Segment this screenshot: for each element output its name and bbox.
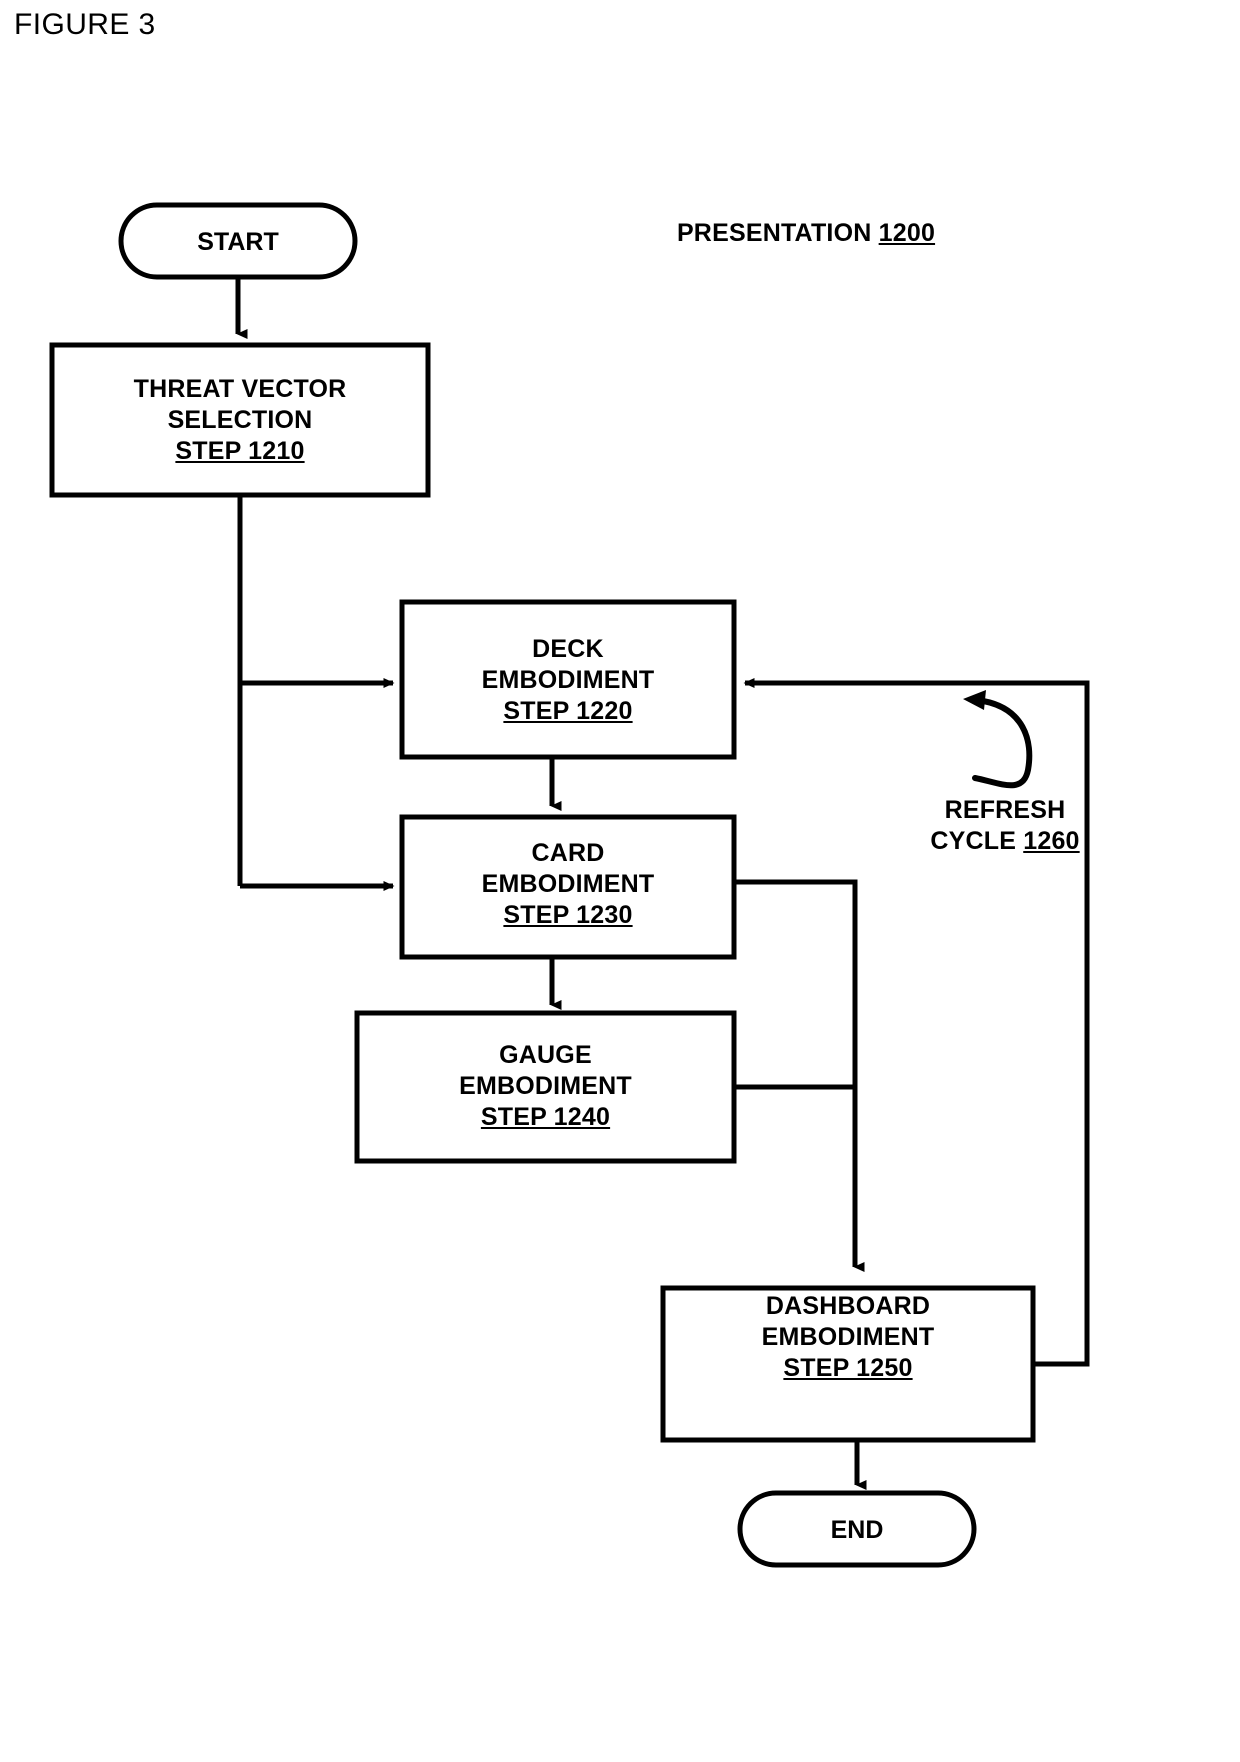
deck-embodiment-box [399, 599, 737, 760]
dashboard-embodiment-box [660, 1285, 1036, 1443]
refresh-cycle-icon [972, 697, 1033, 789]
refresh-cycle-ref: 1260 [1023, 827, 1080, 855]
connector-refresh-cycle-feedback [743, 678, 1090, 1367]
presentation-callout-label: PRESENTATION [676, 219, 872, 247]
refresh-cycle-line2-label: CYCLE [930, 827, 1017, 855]
end-terminator-label: END [830, 1516, 884, 1544]
gauge-embodiment-box [354, 1010, 737, 1164]
refresh-cycle-line1: REFRESH [944, 796, 1066, 824]
refresh-cycle-callout: REFRESH CYCLE 1260 [890, 795, 1120, 857]
presentation-callout: PRESENTATION 1200 [666, 218, 946, 249]
threat-vector-selection-box [49, 342, 431, 498]
card-embodiment-box [399, 814, 737, 960]
figure-3-flowchart: FIGURE 3 PRESENTATION 1200 START THREAT … [0, 0, 1240, 1762]
flowchart-canvas [49, 202, 1090, 1568]
connector-card-to-dashboard [734, 879, 865, 1272]
refresh-cycle-line2: CYCLE 1260 [890, 826, 1120, 857]
presentation-callout-ref: 1200 [878, 219, 936, 247]
refresh-cycle-icon-arrowhead [963, 690, 986, 710]
start-terminator-label: START [197, 228, 279, 256]
